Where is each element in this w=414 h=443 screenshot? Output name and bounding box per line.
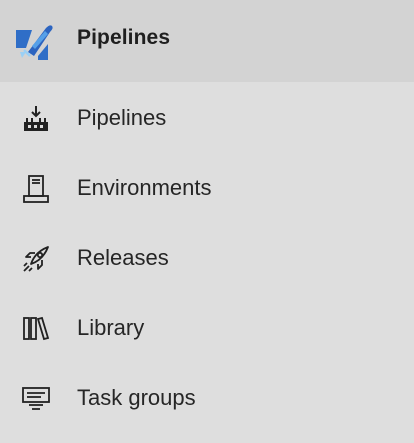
pipelines-icon: [21, 104, 51, 134]
nav-item-releases[interactable]: Releases: [0, 224, 414, 294]
nav-header[interactable]: Pipelines: [0, 0, 414, 82]
nav-header-title: Pipelines: [77, 26, 171, 49]
nav-item-label: Environments: [77, 175, 212, 200]
library-icon: [21, 314, 51, 344]
nav-item-library[interactable]: Library: [0, 294, 414, 364]
azure-pipelines-logo-icon: [12, 22, 54, 62]
pipelines-nav-menu: Pipelines Pipelines Environments Release…: [0, 0, 414, 443]
task-groups-icon: [21, 384, 51, 414]
nav-item-label: Library: [77, 315, 145, 340]
nav-item-environments[interactable]: Environments: [0, 154, 414, 224]
nav-item-task-groups[interactable]: Task groups: [0, 364, 414, 434]
rocket-icon: [21, 244, 51, 274]
nav-item-pipelines[interactable]: Pipelines: [0, 84, 414, 154]
nav-item-label: Pipelines: [77, 105, 167, 130]
nav-item-label: Task groups: [77, 385, 196, 410]
environments-icon: [21, 174, 51, 204]
nav-item-label: Releases: [77, 245, 169, 270]
